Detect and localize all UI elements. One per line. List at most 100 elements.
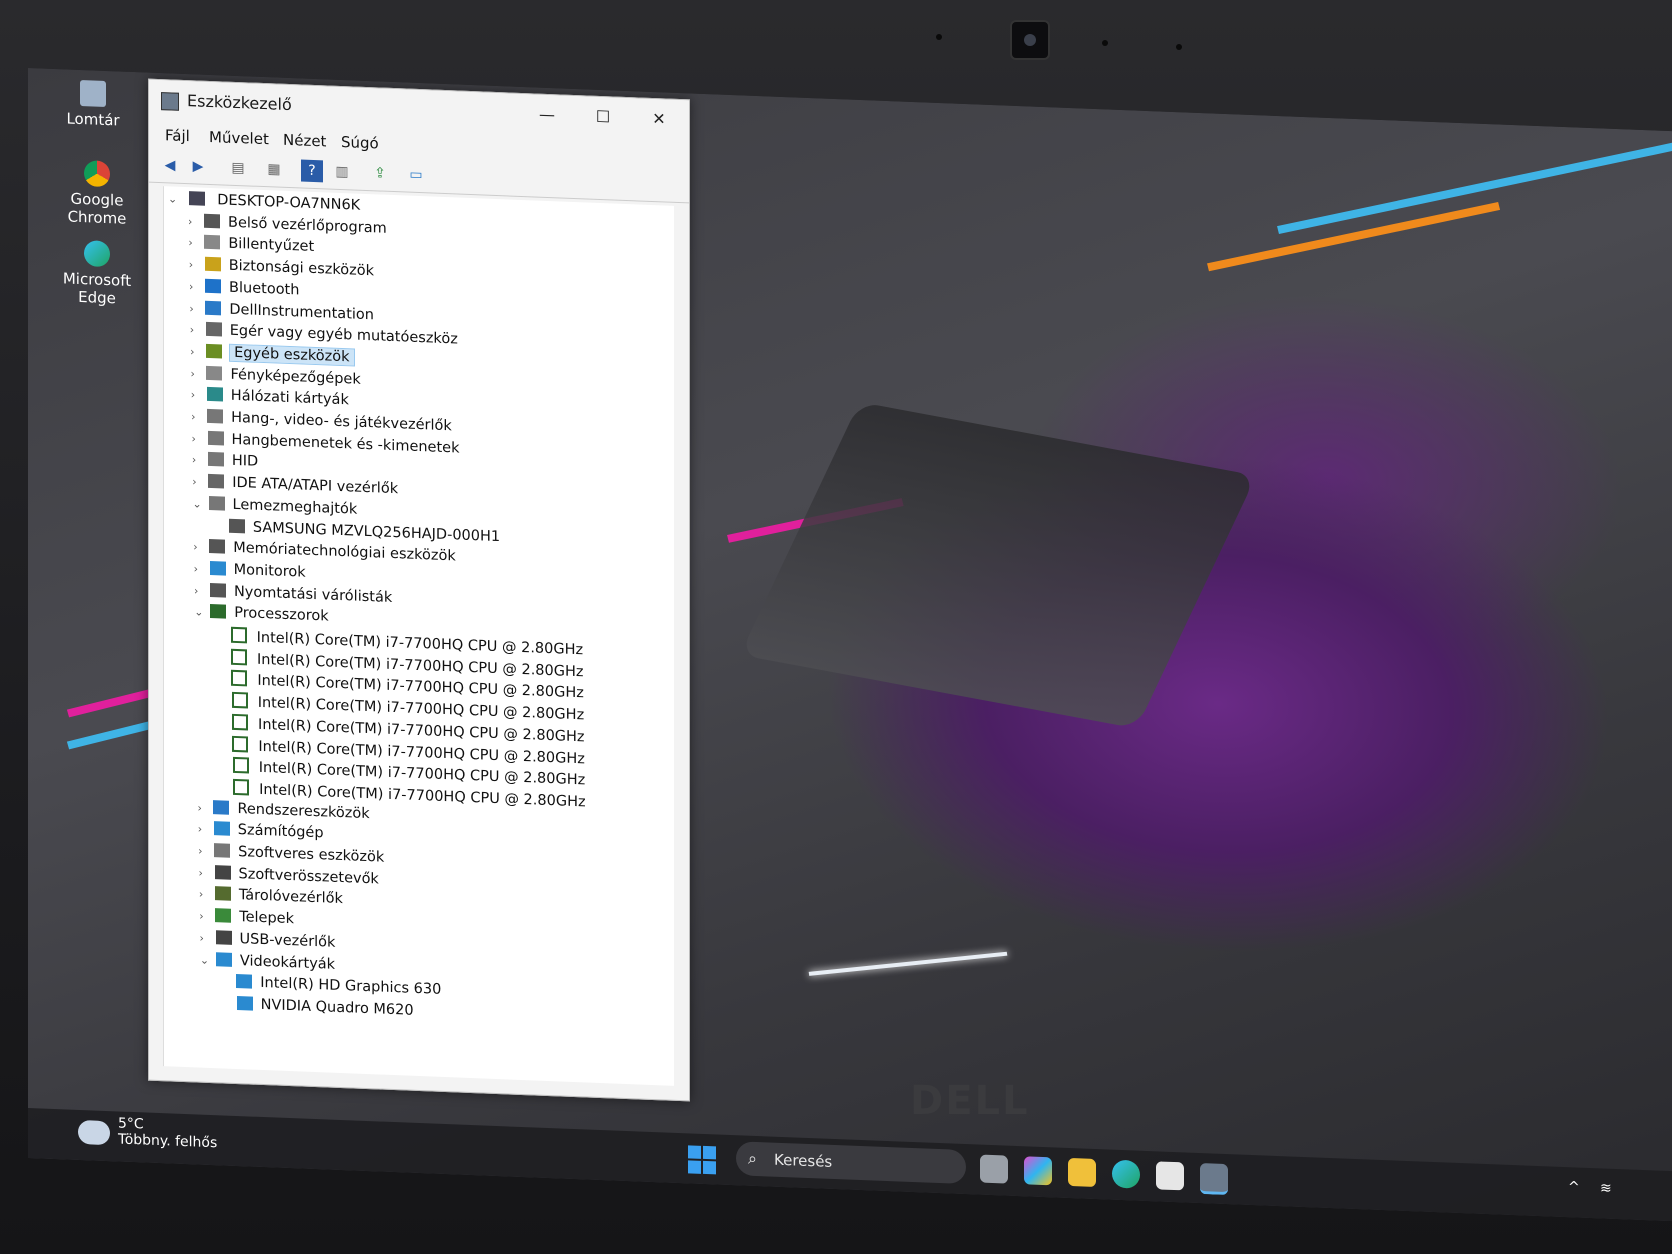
- menu-view[interactable]: Nézet: [283, 131, 326, 151]
- minimize-button[interactable]: —: [527, 100, 567, 130]
- chevron-right-icon[interactable]: ›: [199, 888, 215, 902]
- tree-item-label: HID: [231, 453, 259, 471]
- menu-action[interactable]: Művelet: [209, 128, 269, 148]
- chevron-right-icon[interactable]: ›: [192, 432, 208, 446]
- tree-item-label: Számítógép: [237, 822, 324, 842]
- tree-item-label: Hang-, video- és játékvezérlők: [231, 409, 452, 435]
- tree-item-label: Monitorok: [233, 561, 306, 581]
- tree-item-label: Hálózati kártyák: [230, 388, 349, 409]
- car-windshield: [739, 401, 1257, 729]
- tree-item-label: Billentyűzet: [228, 236, 315, 256]
- desktop-icon-recycle-bin[interactable]: Lomtár: [48, 79, 138, 130]
- window-title: Eszközkezelő: [187, 91, 292, 115]
- tree-category[interactable]: › Bluetooth: [189, 278, 299, 302]
- show-hide-tree-icon[interactable]: ▤: [227, 157, 249, 180]
- chevron-right-icon[interactable]: ›: [199, 866, 215, 880]
- chevron-right-icon[interactable]: ›: [198, 823, 214, 837]
- chevron-down-icon[interactable]: ⌄: [200, 953, 216, 967]
- chevron-right-icon[interactable]: ›: [194, 584, 210, 598]
- tree-category[interactable]: › Monitorok: [194, 560, 306, 584]
- store-icon[interactable]: [1156, 1161, 1184, 1191]
- chevron-right-icon[interactable]: ›: [188, 237, 204, 251]
- chevron-right-icon[interactable]: ›: [193, 541, 209, 555]
- chevron-right-icon[interactable]: ›: [199, 910, 215, 924]
- menu-file[interactable]: Fájl: [165, 126, 190, 145]
- tree-category[interactable]: › Számítógép: [198, 821, 324, 846]
- chevron-right-icon[interactable]: ›: [197, 801, 213, 815]
- tree-item-label: Videokártyák: [239, 952, 336, 973]
- chevron-right-icon[interactable]: ›: [189, 258, 205, 272]
- tree-category[interactable]: › Billentyűzet: [188, 235, 314, 260]
- chevron-down-icon[interactable]: ⌄: [168, 192, 184, 206]
- chevron-right-icon[interactable]: ›: [192, 454, 208, 468]
- desktop-icon-label: Google Chrome: [67, 189, 127, 228]
- copilot-icon[interactable]: [1024, 1156, 1052, 1186]
- tree-category[interactable]: ⌄ Processzorok: [194, 604, 329, 629]
- device-manager-icon: [161, 92, 179, 111]
- chevron-right-icon[interactable]: ›: [190, 323, 206, 337]
- device-icon: [236, 974, 253, 989]
- device-icon: [204, 235, 221, 250]
- chevron-up-icon[interactable]: ^: [1568, 1179, 1584, 1196]
- tree-category[interactable]: ⌄ Videokártyák: [200, 951, 335, 976]
- screen: Lomtár Google Chrome Microsoft Edge Eszk…: [28, 68, 1672, 1222]
- device-icon: [208, 495, 225, 511]
- chevron-right-icon[interactable]: ›: [190, 345, 206, 359]
- tree-category[interactable]: › HID: [192, 452, 258, 475]
- tree-category[interactable]: › USB-vezérlők: [200, 929, 335, 954]
- chevron-right-icon[interactable]: ›: [189, 280, 205, 294]
- update-driver-icon[interactable]: ⇪: [369, 162, 391, 185]
- forward-arrow-icon[interactable]: ▶: [187, 155, 209, 178]
- chevron-right-icon[interactable]: ›: [191, 410, 207, 424]
- sensor-dot: [1102, 40, 1108, 46]
- properties-icon[interactable]: ▦: [263, 158, 285, 181]
- help-icon[interactable]: ?: [301, 159, 323, 183]
- chevron-right-icon[interactable]: ›: [198, 845, 214, 859]
- edge-icon: [84, 240, 110, 268]
- tree-category[interactable]: ⌄ Lemezmeghajtók: [193, 495, 358, 521]
- chevron-right-icon[interactable]: ›: [190, 367, 206, 381]
- wifi-icon[interactable]: ≋: [1600, 1180, 1618, 1199]
- tree-item-label: Intel(R) HD Graphics 630: [260, 975, 442, 999]
- tree-category[interactable]: › Telepek: [199, 908, 294, 932]
- task-view-icon[interactable]: [980, 1154, 1008, 1184]
- back-arrow-icon[interactable]: ◀: [159, 154, 181, 177]
- chevron-right-icon[interactable]: ›: [191, 389, 207, 403]
- close-button[interactable]: ✕: [639, 104, 679, 134]
- chevron-right-icon[interactable]: ›: [188, 215, 204, 229]
- device-icon: [207, 452, 224, 467]
- file-explorer-icon[interactable]: [1068, 1157, 1096, 1188]
- menu-help[interactable]: Súgó: [341, 133, 379, 152]
- tree-item-label: Szoftveres eszközök: [238, 844, 385, 866]
- maximize-button[interactable]: ☐: [583, 102, 623, 132]
- tree-item-label: Belső vezérlőprogram: [228, 214, 387, 237]
- device-manager-window[interactable]: Eszközkezelő — ☐ ✕ Fájl Művelet Nézet Sú…: [148, 78, 690, 1102]
- sensor-dot: [936, 34, 942, 40]
- device-tree[interactable]: ⌄ DESKTOP-OA7NN6K › Belső vezérlőprogram ›…: [163, 186, 674, 1086]
- device-icon: [213, 821, 230, 837]
- chevron-down-icon[interactable]: ⌄: [194, 606, 210, 620]
- chevron-down-icon[interactable]: ⌄: [193, 497, 209, 511]
- desktop-icon-edge[interactable]: Microsoft Edge: [52, 239, 142, 308]
- taskbar-search[interactable]: ⌕ Keresés: [736, 1141, 966, 1185]
- processor-icon: [232, 713, 249, 731]
- tree-item-label: Szoftverösszetevők: [238, 865, 379, 888]
- start-button[interactable]: [688, 1145, 716, 1175]
- chevron-right-icon[interactable]: ›: [194, 562, 210, 576]
- chevron-right-icon[interactable]: ›: [189, 302, 205, 316]
- edge-icon[interactable]: [1112, 1159, 1140, 1189]
- tree-item-label: Lemezmeghajtók: [232, 496, 358, 518]
- chrome-icon: [84, 160, 110, 188]
- desktop-icon-chrome[interactable]: Google Chrome: [52, 159, 142, 228]
- device-icon: [205, 322, 222, 337]
- cloud-icon: [78, 1119, 110, 1146]
- weather-widget[interactable]: 5°C Többny. felhős: [78, 1115, 217, 1151]
- device-icon: [215, 908, 232, 923]
- tree-item-label: Fényképezőgépek: [230, 366, 361, 388]
- view-icon[interactable]: ▥: [331, 161, 353, 184]
- device-icon: [214, 886, 231, 902]
- chevron-right-icon[interactable]: ›: [192, 475, 208, 489]
- device-manager-taskbar-icon[interactable]: [1200, 1163, 1228, 1196]
- scan-hardware-icon[interactable]: ▭: [405, 163, 427, 186]
- chevron-right-icon[interactable]: ›: [200, 931, 216, 945]
